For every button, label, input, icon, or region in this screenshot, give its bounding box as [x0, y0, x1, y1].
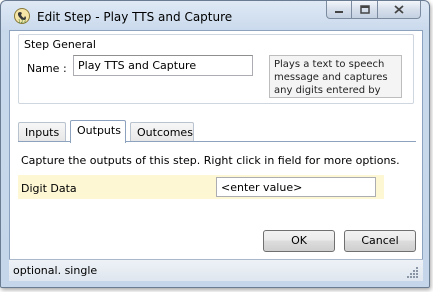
resize-grip-icon[interactable]	[407, 266, 419, 278]
tab-inputs[interactable]: Inputs	[18, 122, 66, 142]
output-row-digit-data: Digit Data	[18, 175, 384, 199]
close-button[interactable]	[378, 1, 421, 19]
minimize-icon	[334, 6, 344, 14]
maximize-button[interactable]	[352, 1, 378, 19]
dialog-client-area: Step General Name : Plays a text to spee…	[9, 30, 423, 281]
status-bar: optional. single	[9, 259, 423, 281]
outputs-description: Capture the outputs of this step. Right …	[21, 154, 400, 167]
status-text: optional. single	[13, 264, 98, 277]
caption-buttons	[326, 1, 421, 20]
maximize-icon	[359, 5, 370, 14]
step-general-group: Step General Name : Plays a text to spee…	[18, 34, 414, 104]
digit-data-input[interactable]	[216, 177, 376, 197]
tab-outcomes[interactable]: Outcomes	[130, 122, 194, 142]
step-description: Plays a text to speech message and captu…	[269, 55, 402, 98]
cancel-button[interactable]: Cancel	[344, 230, 416, 252]
name-label: Name :	[27, 62, 67, 75]
tab-outputs[interactable]: Outputs	[70, 120, 126, 143]
minimize-button[interactable]	[326, 1, 352, 19]
close-icon	[394, 5, 404, 14]
phone-step-icon: 123	[13, 7, 31, 25]
ok-button[interactable]: OK	[263, 230, 335, 252]
window-title: Edit Step - Play TTS and Capture	[37, 10, 233, 24]
svg-text:123: 123	[18, 19, 26, 24]
title-bar[interactable]: 123 Edit Step - Play TTS and Capture	[1, 1, 429, 31]
output-label: Digit Data	[21, 182, 77, 195]
step-general-legend: Step General	[22, 38, 98, 51]
name-input[interactable]	[73, 55, 253, 76]
outputs-panel: Capture the outputs of this step. Right …	[18, 141, 416, 235]
dialog-window: 123 Edit Step - Play TTS and Capture Ste…	[0, 0, 430, 288]
